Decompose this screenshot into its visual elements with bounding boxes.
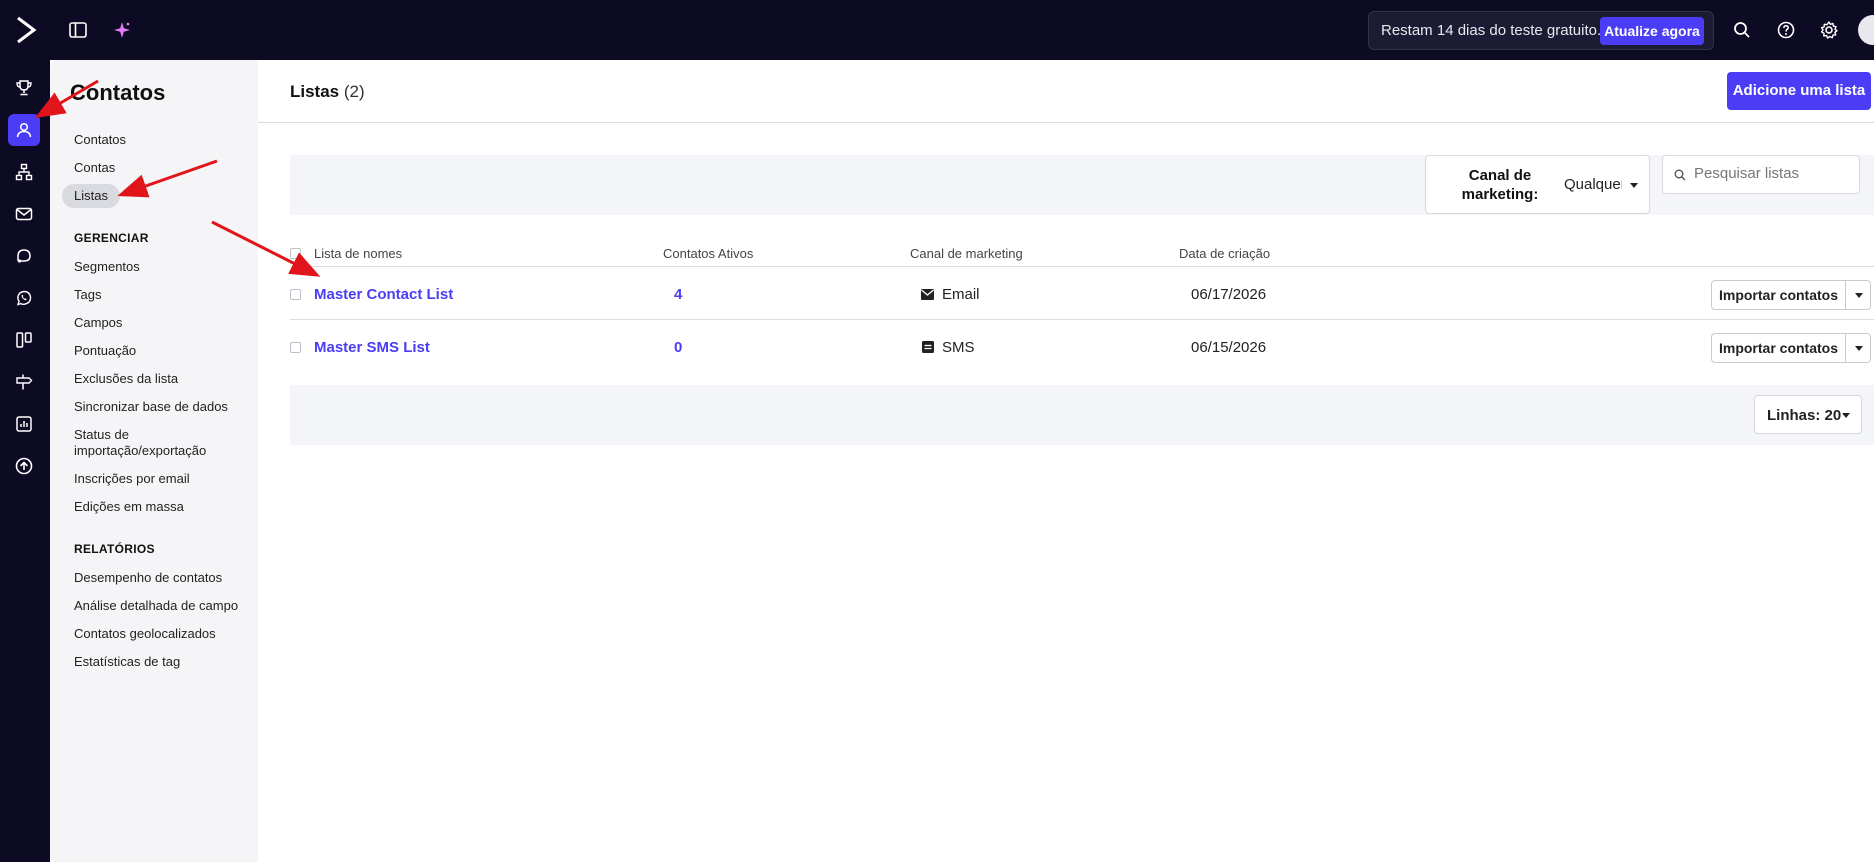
sidebar-title: Contatos: [70, 80, 166, 105]
search-icon[interactable]: [1730, 18, 1754, 42]
select-all-checkbox[interactable]: [290, 248, 301, 259]
sidebar-item-edicoes[interactable]: Edições em massa: [74, 499, 184, 515]
user-avatar[interactable]: [1858, 15, 1874, 45]
search-icon: [1674, 169, 1686, 181]
sidebar-item-geolocalizados[interactable]: Contatos geolocalizados: [74, 626, 216, 642]
sidebar-item-desempenho[interactable]: Desempenho de contatos: [74, 570, 222, 586]
header-divider: [258, 122, 1874, 123]
sidebar-toggle-icon[interactable]: [66, 18, 90, 42]
add-list-button[interactable]: Adicione uma lista: [1727, 72, 1871, 110]
chevron-down-icon: [1842, 413, 1850, 418]
creation-date: 06/17/2026: [1191, 286, 1267, 303]
upgrade-arrow-circle-icon[interactable]: [8, 450, 40, 482]
page-title-text: Listas: [290, 82, 340, 101]
sidebar-item-listas[interactable]: Listas: [62, 184, 120, 208]
sidebar-item-analise-campo[interactable]: Análise detalhada de campo: [74, 598, 238, 614]
pipeline-board-icon[interactable]: [8, 324, 40, 356]
top-bar: Restam 14 dias do teste gratuito. Atuali…: [0, 0, 1874, 60]
marketing-channel-select[interactable]: Canal de marketing: Qualquer: [1425, 155, 1650, 214]
help-icon[interactable]: [1774, 18, 1798, 42]
row-checkbox[interactable]: [290, 342, 301, 353]
sms-icon: [922, 341, 934, 353]
pagination-bar: Linhas: 20: [290, 385, 1874, 445]
sidebar-item-segmentos[interactable]: Segmentos: [74, 259, 140, 275]
column-header-channel[interactable]: Canal de marketing: [910, 246, 1023, 261]
sidebar-item-inscricoes[interactable]: Inscrições por email: [74, 471, 190, 487]
settings-gear-icon[interactable]: [1817, 18, 1841, 42]
rows-per-page-label: Linhas: 20: [1767, 407, 1842, 424]
column-header-active[interactable]: Contatos Ativos: [663, 246, 753, 261]
channel-name: SMS: [942, 339, 975, 356]
chevron-down-icon: [1630, 183, 1638, 188]
sidebar-item-campos[interactable]: Campos: [74, 315, 122, 331]
conversations-icon[interactable]: [8, 240, 40, 272]
sidebar-item-contatos[interactable]: Contatos: [74, 132, 126, 148]
chevron-down-icon[interactable]: [1855, 293, 1863, 298]
sidebar-item-sincronizar[interactable]: Sincronizar base de dados: [74, 399, 228, 415]
list-name-link[interactable]: Master SMS List: [314, 339, 430, 356]
search-lists-field[interactable]: [1662, 155, 1860, 194]
sidebar-item-estatisticas-tag[interactable]: Estatísticas de tag: [74, 654, 180, 670]
channel-name: Email: [942, 286, 980, 303]
reports-heading: RELATÓRIOS: [74, 542, 155, 556]
filter-bar: Canal de marketing: Qualquer: [290, 155, 1874, 215]
trophy-icon[interactable]: [8, 72, 40, 104]
envelope-icon: [921, 289, 934, 300]
search-lists-input[interactable]: [1694, 165, 1854, 182]
ai-sparkle-icon[interactable]: [110, 18, 134, 42]
campaigns-envelope-icon[interactable]: [8, 198, 40, 230]
table-header-divider: [290, 266, 1874, 267]
icon-rail: [0, 60, 50, 862]
contacts-person-icon[interactable]: [8, 114, 40, 146]
automation-flow-icon[interactable]: [8, 156, 40, 188]
import-contacts-label[interactable]: Importar contatos: [1712, 281, 1846, 309]
creation-date: 06/15/2026: [1191, 339, 1267, 356]
rows-per-page-select[interactable]: Linhas: 20: [1754, 395, 1862, 434]
import-contacts-label[interactable]: Importar contatos: [1712, 334, 1846, 362]
import-contacts-button[interactable]: Importar contatos: [1711, 280, 1871, 310]
list-count: (2): [343, 82, 365, 101]
column-header-name[interactable]: Lista de nomes: [314, 246, 402, 261]
active-contacts-count[interactable]: 0: [674, 339, 682, 356]
main-content: Listas (2) Adicione uma lista Canal de m…: [258, 60, 1874, 862]
sidebar-item-contas[interactable]: Contas: [74, 160, 115, 176]
chevron-down-icon[interactable]: [1855, 346, 1863, 351]
import-contacts-button[interactable]: Importar contatos: [1711, 333, 1871, 363]
sidebar-item-status-importacao[interactable]: Status de importação/exportação: [74, 427, 224, 459]
active-contacts-count[interactable]: 4: [674, 286, 682, 303]
column-header-date[interactable]: Data de criação: [1179, 246, 1270, 261]
reports-chart-icon[interactable]: [8, 408, 40, 440]
app-logo-icon[interactable]: [12, 14, 40, 46]
trial-banner: Restam 14 dias do teste gratuito. Atuali…: [1368, 11, 1714, 50]
row-divider: [290, 319, 1874, 320]
manage-heading: GERENCIAR: [74, 231, 149, 245]
upgrade-button[interactable]: Atualize agora: [1600, 17, 1704, 45]
channel-filter-label: Canal de marketing:: [1461, 167, 1539, 203]
sidebar-item-exclusoes[interactable]: Exclusões da lista: [74, 371, 178, 387]
channel-filter-value: Qualquer: [1564, 176, 1622, 193]
signpost-icon[interactable]: [8, 366, 40, 398]
row-checkbox[interactable]: [290, 289, 301, 300]
contacts-sidebar: Contatos Contatos Contas Listas GERENCIA…: [50, 60, 258, 862]
sidebar-item-pontuacao[interactable]: Pontuação: [74, 343, 136, 359]
trial-text: Restam 14 dias do teste gratuito.: [1381, 22, 1602, 39]
whatsapp-icon[interactable]: [8, 282, 40, 314]
page-title: Listas (2): [290, 82, 365, 102]
list-name-link[interactable]: Master Contact List: [314, 286, 453, 303]
sidebar-item-tags[interactable]: Tags: [74, 287, 101, 303]
